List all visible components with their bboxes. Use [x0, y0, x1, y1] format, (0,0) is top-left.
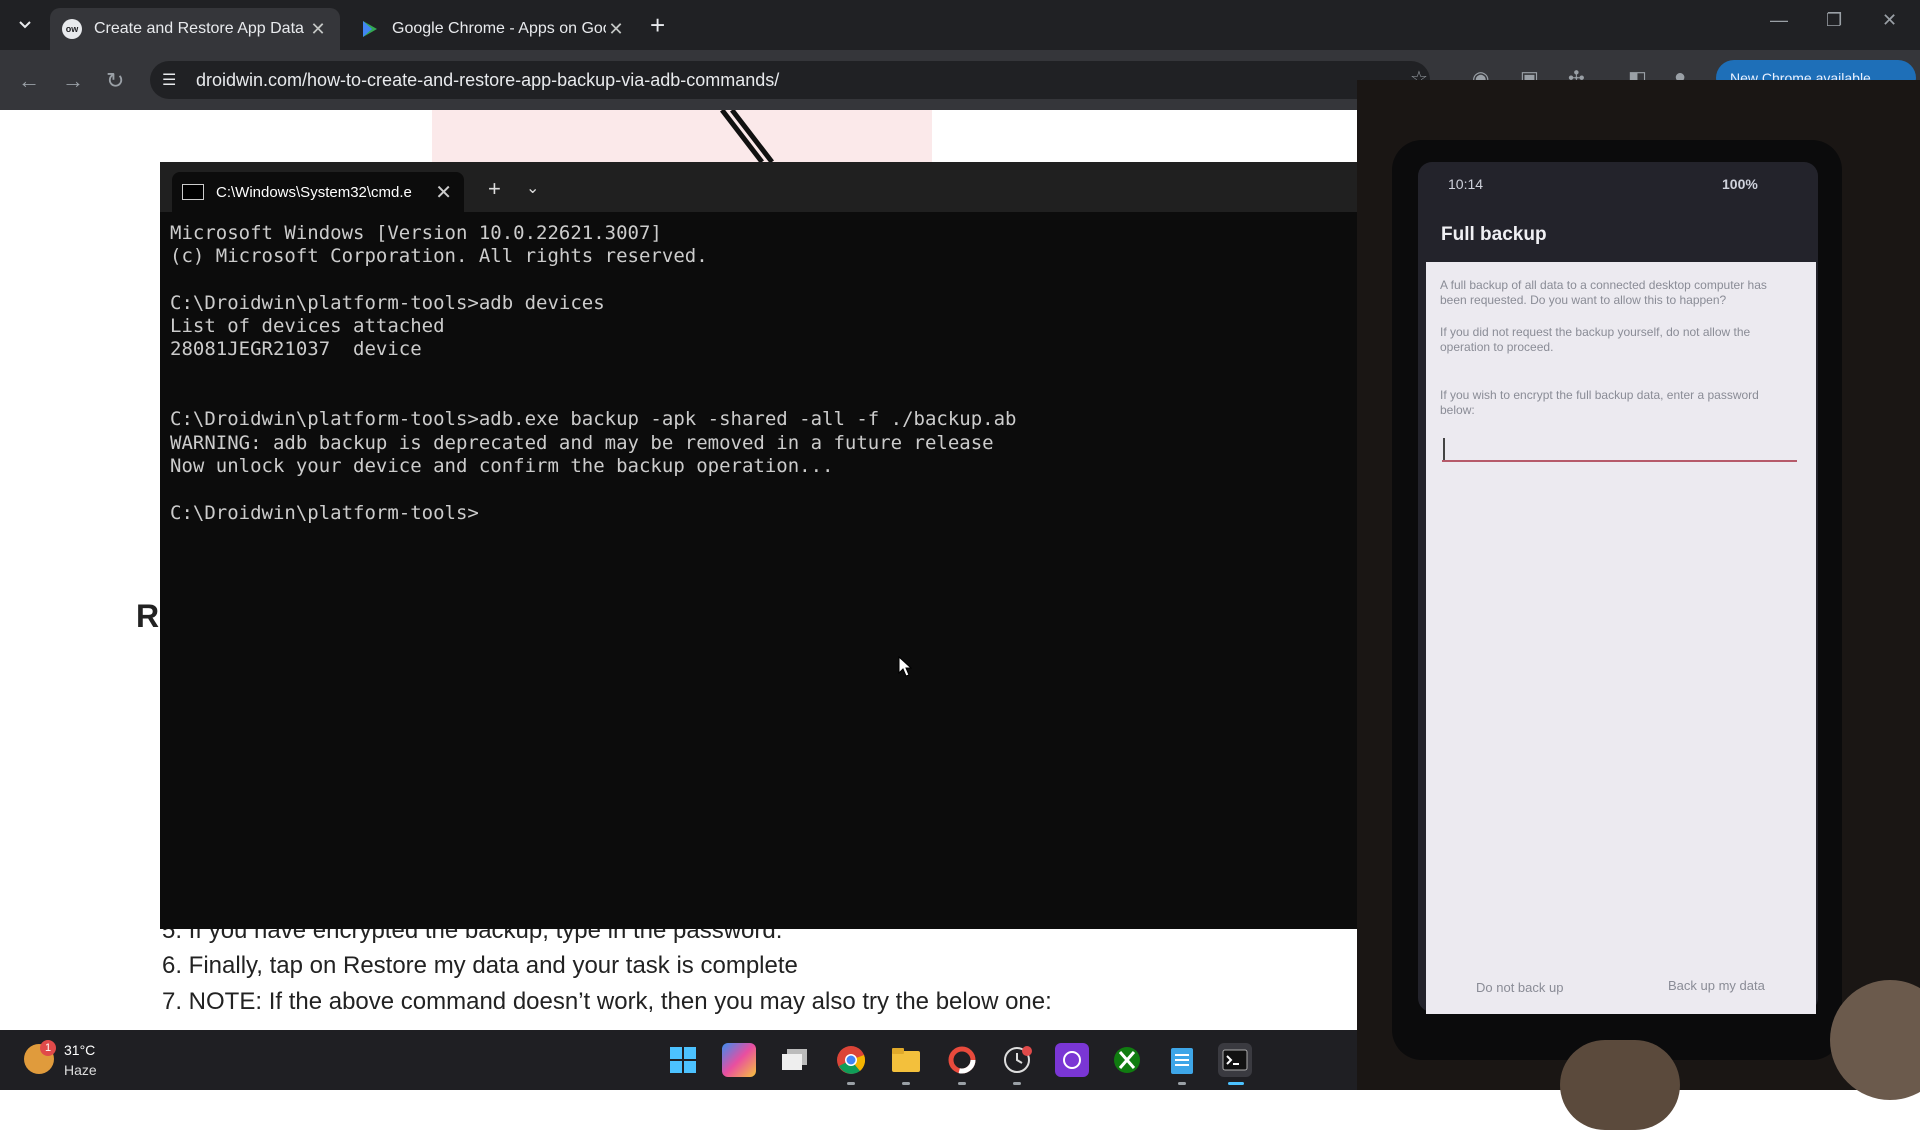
back-up-my-data-button[interactable]: Back up my data [1668, 978, 1765, 993]
restore-icon[interactable]: ❐ [1826, 10, 1842, 31]
chevron-down-icon [19, 21, 31, 29]
browser-tab[interactable]: Google Chrome - Apps on Goo ✕ [348, 8, 638, 50]
chevron-down-icon[interactable]: ⌄ [526, 178, 539, 198]
task-view-icon[interactable] [778, 1043, 812, 1077]
forward-arrow-icon[interactable]: → [62, 68, 84, 94]
app-icon[interactable] [945, 1043, 979, 1077]
tab-title: Create and Restore App Data B [94, 20, 308, 37]
section-heading: R [136, 598, 160, 634]
url-text[interactable]: droidwin.com/how-to-create-and-restore-a… [196, 70, 779, 91]
tab-title: Google Chrome - Apps on Goo [392, 20, 606, 37]
backup-dialog [1426, 262, 1816, 1014]
back-arrow-icon[interactable]: ← [18, 68, 40, 94]
reload-icon[interactable]: ↻ [106, 68, 124, 94]
running-indicator [958, 1082, 966, 1085]
chrome-icon[interactable] [834, 1043, 868, 1077]
backup-description: A full backup of all data to a connected… [1440, 278, 1767, 307]
site-favicon-icon: ow [62, 19, 82, 39]
terminal-tab-title: C:\Windows\System32\cmd.e [216, 183, 412, 201]
minimize-icon[interactable]: — [1770, 10, 1788, 31]
running-indicator [1178, 1082, 1186, 1085]
terminal-tab[interactable]: C:\Windows\System32\cmd.e ✕ [172, 172, 464, 212]
do-not-back-up-button[interactable]: Do not back up [1476, 980, 1563, 995]
phone-status-time: 10:14 [1448, 176, 1484, 192]
terminal-icon[interactable] [1218, 1043, 1252, 1077]
backup-encrypt-hint: If you wish to encrypt the full backup d… [1440, 388, 1759, 417]
notepad-icon[interactable] [1165, 1043, 1199, 1077]
cmd-icon [182, 184, 204, 200]
phone-dialog-title: Full backup [1441, 224, 1547, 245]
app-icon[interactable] [1055, 1043, 1089, 1077]
weather-temperature[interactable]: 31°C [64, 1042, 95, 1058]
weather-condition[interactable]: Haze [64, 1062, 97, 1078]
terminal-output[interactable]: Microsoft Windows [Version 10.0.22621.30… [170, 222, 1016, 525]
phone-battery: 100% [1722, 176, 1758, 192]
active-indicator [1228, 1082, 1244, 1085]
clock-icon[interactable] [1000, 1043, 1034, 1077]
hand [1560, 1040, 1680, 1130]
close-tab-icon[interactable]: ✕ [308, 19, 328, 40]
running-indicator [847, 1082, 855, 1085]
new-terminal-tab-button[interactable]: + [488, 176, 501, 202]
file-explorer-icon[interactable] [889, 1043, 923, 1077]
play-store-icon [360, 19, 380, 39]
password-field[interactable] [1442, 460, 1797, 462]
step-6: 6. Finally, tap on Restore my data and y… [162, 952, 798, 979]
password-caret [1443, 438, 1445, 460]
close-window-icon[interactable]: ✕ [1882, 10, 1897, 31]
close-icon[interactable]: ✕ [435, 180, 452, 205]
notification-badge: 1 [40, 1040, 56, 1056]
running-indicator [1013, 1082, 1021, 1085]
windows-start-icon[interactable] [666, 1043, 700, 1077]
close-tab-icon[interactable]: ✕ [606, 19, 626, 40]
article-image [432, 108, 932, 164]
browser-tab-active[interactable]: ow Create and Restore App Data B ✕ [50, 8, 340, 50]
running-indicator [902, 1082, 910, 1085]
copilot-icon[interactable] [722, 1043, 756, 1077]
new-tab-button[interactable]: + [650, 10, 665, 41]
article-image-graphic [720, 108, 774, 164]
tab-search-button[interactable] [8, 8, 42, 42]
site-info-icon[interactable]: ☰ [162, 70, 176, 90]
mouse-pointer-icon [898, 656, 913, 677]
xbox-icon[interactable] [1110, 1043, 1144, 1077]
backup-warning: If you did not request the backup yourse… [1440, 325, 1751, 354]
step-7: 7. NOTE: If the above command doesn’t wo… [162, 988, 1052, 1015]
